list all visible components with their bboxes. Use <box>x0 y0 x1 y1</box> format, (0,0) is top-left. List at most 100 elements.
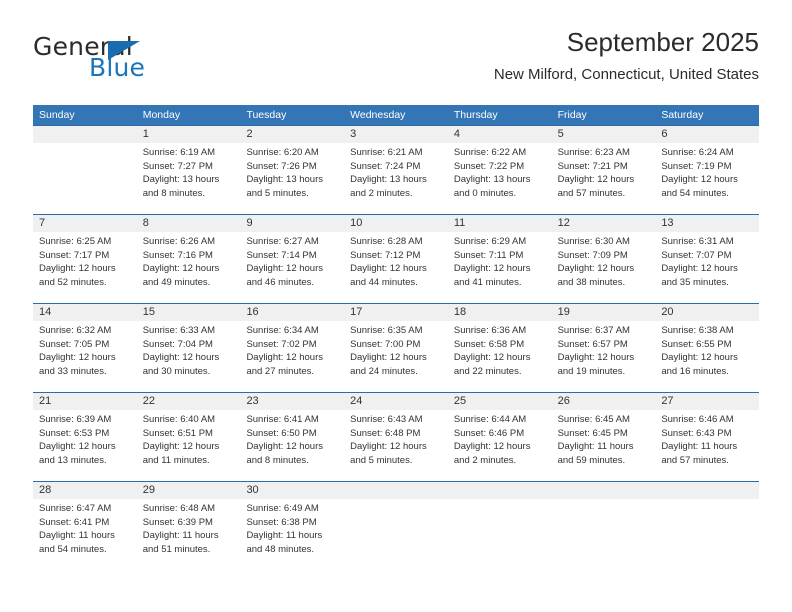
day-number[interactable]: 28 <box>33 482 137 499</box>
day-cell[interactable]: Sunrise: 6:44 AM Sunset: 6:46 PM Dayligh… <box>448 410 552 481</box>
day-number[interactable]: 8 <box>137 215 241 232</box>
day-number[interactable] <box>552 482 656 499</box>
weekday-header-sunday: Sunday <box>39 109 75 121</box>
sunrise-text: Sunrise: 6:45 AM <box>557 414 630 425</box>
day-cell[interactable]: Sunrise: 6:31 AM Sunset: 7:07 PM Dayligh… <box>655 232 759 303</box>
day-cell[interactable] <box>448 499 552 570</box>
sunset-text: Sunset: 7:05 PM <box>39 338 110 350</box>
daylight-text: Daylight: 12 hours and 57 minutes. <box>557 174 635 199</box>
day-cell[interactable]: Sunrise: 6:43 AM Sunset: 6:48 PM Dayligh… <box>344 410 448 481</box>
day-cell[interactable]: Sunrise: 6:24 AM Sunset: 7:19 PM Dayligh… <box>655 143 759 214</box>
daylight-text: Daylight: 12 hours and 30 minutes. <box>142 352 220 377</box>
day-cell[interactable]: Sunrise: 6:19 AM Sunset: 7:27 PM Dayligh… <box>137 143 241 214</box>
day-number[interactable]: 6 <box>655 126 759 143</box>
sunset-text: Sunset: 6:45 PM <box>557 427 628 439</box>
day-cell[interactable]: Sunrise: 6:38 AM Sunset: 6:55 PM Dayligh… <box>655 321 759 392</box>
day-number[interactable]: 18 <box>448 304 552 321</box>
day-cell[interactable]: Sunrise: 6:34 AM Sunset: 7:02 PM Dayligh… <box>240 321 344 392</box>
daylight-text: Daylight: 12 hours and 54 minutes. <box>661 174 738 199</box>
day-number[interactable] <box>344 482 448 499</box>
daylight-text: Daylight: 12 hours and 24 minutes. <box>350 352 427 377</box>
day-cell[interactable]: Sunrise: 6:33 AM Sunset: 7:04 PM Dayligh… <box>137 321 241 392</box>
day-number[interactable]: 1 <box>137 126 241 143</box>
day-number[interactable]: 16 <box>240 304 344 321</box>
sunset-text: Sunset: 7:12 PM <box>350 249 421 261</box>
day-number[interactable]: 19 <box>552 304 656 321</box>
weekday-header-row: Sunday Monday Tuesday Wednesday Thursday… <box>33 105 759 125</box>
sunrise-text: Sunrise: 6:19 AM <box>142 147 216 158</box>
day-number[interactable]: 12 <box>552 215 656 232</box>
sunrise-text: Sunrise: 6:43 AM <box>350 414 423 425</box>
day-number[interactable]: 20 <box>655 304 759 321</box>
sunrise-text: Sunrise: 6:26 AM <box>142 236 216 247</box>
day-cell[interactable] <box>655 499 759 570</box>
day-cell[interactable]: Sunrise: 6:39 AM Sunset: 6:53 PM Dayligh… <box>33 410 137 481</box>
day-cell[interactable]: Sunrise: 6:22 AM Sunset: 7:22 PM Dayligh… <box>448 143 552 214</box>
day-number[interactable]: 5 <box>552 126 656 143</box>
day-number[interactable]: 3 <box>344 126 448 143</box>
day-number[interactable]: 30 <box>240 482 344 499</box>
day-cell[interactable]: Sunrise: 6:30 AM Sunset: 7:09 PM Dayligh… <box>552 232 656 303</box>
sunrise-text: Sunrise: 6:20 AM <box>246 147 319 158</box>
day-number[interactable]: 29 <box>137 482 241 499</box>
sunrise-text: Sunrise: 6:31 AM <box>661 236 734 247</box>
day-cell[interactable]: Sunrise: 6:41 AM Sunset: 6:50 PM Dayligh… <box>240 410 344 481</box>
sunrise-text: Sunrise: 6:27 AM <box>246 236 319 247</box>
day-cell[interactable]: Sunrise: 6:20 AM Sunset: 7:26 PM Dayligh… <box>240 143 344 214</box>
day-number[interactable]: 21 <box>33 393 137 410</box>
day-cell[interactable]: Sunrise: 6:40 AM Sunset: 6:51 PM Dayligh… <box>137 410 241 481</box>
sunset-text: Sunset: 6:50 PM <box>246 427 317 439</box>
day-cell[interactable]: Sunrise: 6:27 AM Sunset: 7:14 PM Dayligh… <box>240 232 344 303</box>
day-cell[interactable]: Sunrise: 6:26 AM Sunset: 7:16 PM Dayligh… <box>137 232 241 303</box>
day-cell[interactable]: Sunrise: 6:25 AM Sunset: 7:17 PM Dayligh… <box>33 232 137 303</box>
day-cell[interactable]: Sunrise: 6:36 AM Sunset: 6:58 PM Dayligh… <box>448 321 552 392</box>
sunset-text: Sunset: 6:55 PM <box>661 338 732 350</box>
day-number[interactable]: 7 <box>33 215 137 232</box>
sunset-text: Sunset: 6:43 PM <box>661 427 732 439</box>
sunset-text: Sunset: 7:07 PM <box>661 249 732 261</box>
day-number[interactable]: 14 <box>33 304 137 321</box>
day-number[interactable] <box>33 126 137 143</box>
day-cell[interactable]: Sunrise: 6:46 AM Sunset: 6:43 PM Dayligh… <box>655 410 759 481</box>
day-cell[interactable]: Sunrise: 6:32 AM Sunset: 7:05 PM Dayligh… <box>33 321 137 392</box>
day-number[interactable]: 15 <box>137 304 241 321</box>
sunset-text: Sunset: 7:17 PM <box>39 249 110 261</box>
day-number[interactable]: 27 <box>655 393 759 410</box>
day-cell[interactable]: Sunrise: 6:29 AM Sunset: 7:11 PM Dayligh… <box>448 232 552 303</box>
day-number[interactable]: 13 <box>655 215 759 232</box>
day-cell[interactable]: Sunrise: 6:35 AM Sunset: 7:00 PM Dayligh… <box>344 321 448 392</box>
day-cell[interactable] <box>552 499 656 570</box>
daylight-text: Daylight: 12 hours and 5 minutes. <box>350 441 427 466</box>
sunset-text: Sunset: 6:38 PM <box>246 516 317 528</box>
generalblue-logo[interactable]: General Blue <box>33 32 213 90</box>
day-number[interactable]: 17 <box>344 304 448 321</box>
day-cell[interactable]: Sunrise: 6:45 AM Sunset: 6:45 PM Dayligh… <box>552 410 656 481</box>
day-cell[interactable]: Sunrise: 6:37 AM Sunset: 6:57 PM Dayligh… <box>552 321 656 392</box>
day-cell[interactable]: Sunrise: 6:28 AM Sunset: 7:12 PM Dayligh… <box>344 232 448 303</box>
day-number[interactable]: 24 <box>344 393 448 410</box>
day-number[interactable]: 9 <box>240 215 344 232</box>
day-number[interactable]: 22 <box>137 393 241 410</box>
day-number[interactable]: 23 <box>240 393 344 410</box>
weekday-header-monday: Monday <box>142 109 181 121</box>
daylight-text: Daylight: 13 hours and 5 minutes. <box>246 174 324 199</box>
day-cell[interactable] <box>344 499 448 570</box>
day-cell[interactable]: Sunrise: 6:21 AM Sunset: 7:24 PM Dayligh… <box>344 143 448 214</box>
sunrise-text: Sunrise: 6:36 AM <box>453 325 527 336</box>
day-cell[interactable]: Sunrise: 6:47 AM Sunset: 6:41 PM Dayligh… <box>33 499 137 570</box>
day-number[interactable]: 2 <box>240 126 344 143</box>
week-row: 14 15 16 17 18 19 20 Sunrise: 6:32 AM Su… <box>33 303 759 392</box>
day-number[interactable] <box>448 482 552 499</box>
day-number[interactable]: 10 <box>344 215 448 232</box>
day-number[interactable]: 26 <box>552 393 656 410</box>
day-cell[interactable]: Sunrise: 6:49 AM Sunset: 6:38 PM Dayligh… <box>240 499 344 570</box>
day-cell[interactable]: Sunrise: 6:48 AM Sunset: 6:39 PM Dayligh… <box>137 499 241 570</box>
day-number[interactable]: 11 <box>448 215 552 232</box>
day-number[interactable] <box>655 482 759 499</box>
day-cell[interactable]: Sunrise: 6:23 AM Sunset: 7:21 PM Dayligh… <box>552 143 656 214</box>
sunrise-text: Sunrise: 6:24 AM <box>661 147 734 158</box>
day-number[interactable]: 4 <box>448 126 552 143</box>
weekday-header-tuesday: Tuesday <box>246 109 287 121</box>
day-number[interactable]: 25 <box>448 393 552 410</box>
day-cell[interactable] <box>33 143 137 214</box>
